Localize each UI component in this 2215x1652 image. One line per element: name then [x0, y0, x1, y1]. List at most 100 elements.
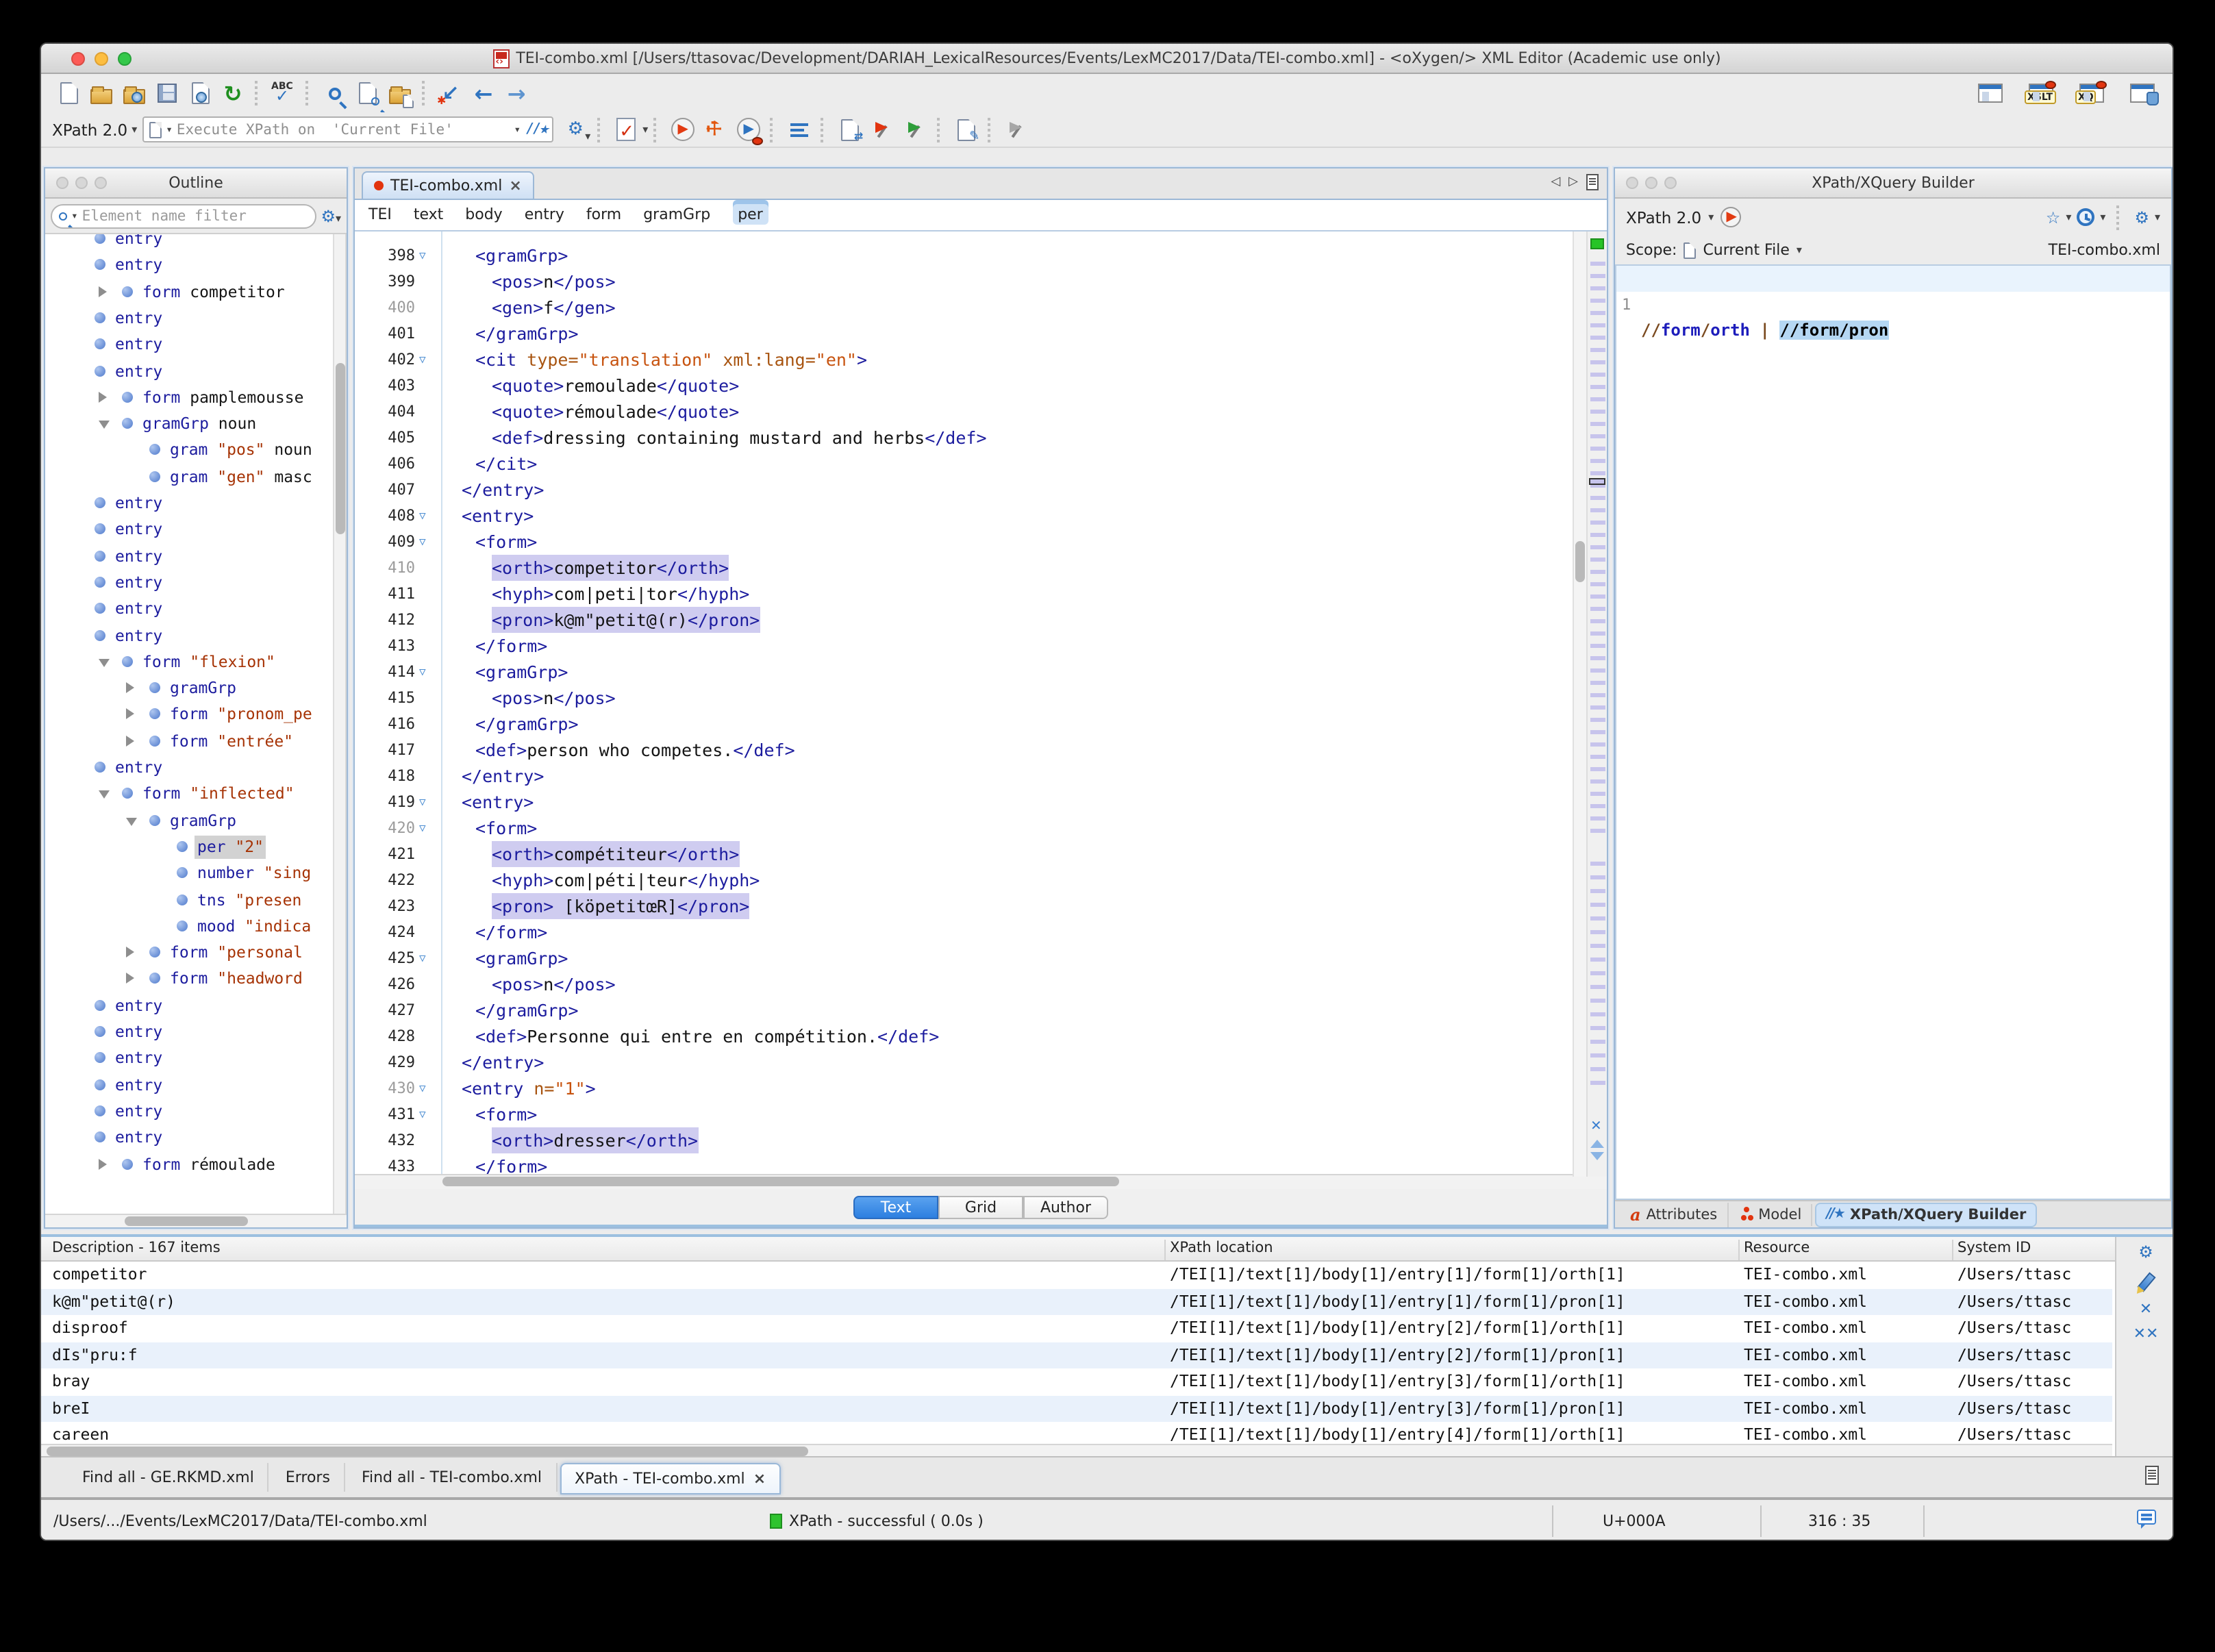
save-icon[interactable]	[152, 78, 182, 108]
table-row[interactable]: dIs"pru:f/TEI[1]/text[1]/body[1]/entry[2…	[41, 1342, 2112, 1368]
close-tab-icon[interactable]	[509, 177, 521, 195]
fold-marker-icon[interactable]	[419, 945, 426, 971]
panel-tab-xpath-xquery-builder[interactable]: //★ XPath/XQuery Builder	[1815, 1202, 2038, 1227]
xpath-settings-gear-icon[interactable]: ▾	[560, 114, 590, 145]
expand-arrow-icon[interactable]	[99, 286, 107, 297]
breadcrumb-item-TEI[interactable]: TEI	[368, 206, 392, 224]
outline-item[interactable]: form "headword	[45, 966, 333, 992]
validate-dropdown-caret[interactable]: ▾	[642, 123, 648, 136]
favorites-caret[interactable]: ▾	[2066, 211, 2071, 223]
table-row[interactable]: k@m"petit@(r) /TEI[1]/text[1]/body[1]/ent…	[41, 1288, 2112, 1315]
outline-item[interactable]: entry	[45, 331, 333, 358]
reload-icon[interactable]: ↻	[218, 78, 248, 108]
next-mark-icon[interactable]	[1590, 1152, 1604, 1160]
previous-mark-icon[interactable]	[1590, 1140, 1604, 1148]
fold-marker-icon[interactable]	[419, 529, 426, 555]
outline-item[interactable]: entry	[45, 623, 333, 649]
breadcrumb-item-form[interactable]: form	[586, 206, 621, 224]
editor-vertical-scrollbar[interactable]	[1573, 231, 1586, 1177]
expand-arrow-icon[interactable]	[126, 735, 134, 747]
fold-marker-icon[interactable]	[419, 815, 426, 841]
scope-caret[interactable]: ▾	[1797, 244, 1802, 256]
spell-check-icon[interactable]	[268, 78, 299, 108]
outline-item[interactable]: form "inflected"	[45, 781, 333, 808]
expand-arrow-icon[interactable]	[99, 391, 107, 403]
outline-item[interactable]: number "sing	[45, 860, 333, 886]
green-pin-icon[interactable]	[900, 114, 930, 145]
gray-pin-icon[interactable]	[1001, 114, 1031, 145]
debug-icon[interactable]: ▶	[733, 114, 764, 145]
minimize-window-button[interactable]	[95, 52, 108, 66]
fold-marker-icon[interactable]	[419, 659, 426, 685]
annotation-stripe[interactable]: ✕	[1586, 231, 1607, 1177]
table-row[interactable]: bray/TEI[1]/text[1]/body[1]/entry[3]/for…	[41, 1368, 2112, 1395]
column-description[interactable]: Description - 167 items	[52, 1240, 221, 1256]
fold-marker-icon[interactable]	[419, 242, 426, 268]
zoom-window-button[interactable]	[118, 52, 132, 66]
element-name-filter-input[interactable]: ▾ Element name filter	[51, 203, 317, 228]
outline-item[interactable]: gramGrp	[45, 808, 333, 834]
outline-item[interactable]: gramGrp	[45, 675, 333, 701]
outline-item[interactable]: entry	[45, 358, 333, 384]
clear-highlights-icon[interactable]: ✕	[1590, 1119, 1602, 1134]
view-mode-author-button[interactable]: Author	[1023, 1195, 1108, 1219]
xpath-version-dropdown[interactable]: XPath 2.0 ▾	[52, 120, 137, 139]
outline-panel-header[interactable]: Outline	[45, 168, 347, 199]
outline-horizontal-scrollbar[interactable]	[45, 1214, 347, 1227]
breadcrumb-item-text[interactable]: text	[414, 206, 443, 224]
xpath-version-caret[interactable]: ▾	[1708, 211, 1714, 223]
next-editor-icon[interactable]: ▷	[1568, 175, 1578, 189]
panel-tab-attributes[interactable]: a Attributes	[1620, 1202, 1729, 1227]
xpath-panel-gear-icon[interactable]	[2134, 208, 2149, 227]
collapse-arrow-icon[interactable]	[126, 817, 137, 826]
collapse-arrow-icon[interactable]	[99, 658, 110, 667]
breadcrumb-item-entry[interactable]: entry	[525, 206, 564, 224]
breadcrumb-item-body[interactable]: body	[465, 206, 502, 224]
table-row[interactable]: competitor/TEI[1]/text[1]/body[1]/entry[…	[41, 1262, 2112, 1288]
outline-item[interactable]: entry	[45, 253, 333, 279]
outline-item[interactable]: gram "gen" masc	[45, 464, 333, 490]
xpath-version-label[interactable]: XPath 2.0	[1626, 208, 1701, 227]
outline-item[interactable]: entry	[45, 596, 333, 622]
outline-item[interactable]: per "2"	[45, 834, 333, 860]
save-remote-icon[interactable]	[185, 78, 215, 108]
outline-item[interactable]: entry	[45, 1019, 333, 1045]
find-in-files-icon[interactable]	[385, 78, 415, 108]
bottom-tab-xpath-tei-combo-xml[interactable]: XPath - TEI-combo.xml	[560, 1463, 781, 1494]
outline-item[interactable]: entry	[45, 305, 333, 331]
search-icon[interactable]	[319, 78, 349, 108]
open-url-icon[interactable]	[119, 78, 149, 108]
xslt-debugger-icon[interactable]: XSLT	[2025, 78, 2056, 108]
find-replace-icon[interactable]	[352, 78, 382, 108]
bottom-tab-find-all-tei-combo-xml[interactable]: Find all - TEI-combo.xml	[348, 1463, 557, 1492]
red-pin-icon[interactable]	[867, 114, 897, 145]
highlight-results-icon[interactable]	[2136, 1272, 2155, 1292]
view-mode-grid-button[interactable]: Grid	[938, 1195, 1023, 1219]
expand-arrow-icon[interactable]	[126, 708, 134, 720]
back-to-modification-icon[interactable]: ↙ ✱	[436, 78, 466, 108]
expand-arrow-icon[interactable]	[126, 682, 134, 694]
outline-item[interactable]: entry	[45, 234, 333, 252]
outline-item[interactable]: tns "presen	[45, 887, 333, 913]
scroll-list-icon[interactable]	[2145, 1466, 2159, 1485]
table-row[interactable]: disproof/TEI[1]/text[1]/body[1]/entry[2]…	[41, 1315, 2112, 1342]
collapse-arrow-icon[interactable]	[99, 421, 110, 429]
outline-item[interactable]: form "personal	[45, 940, 333, 966]
xpath-panel-header[interactable]: XPath/XQuery Builder	[1615, 168, 2171, 199]
collapse-arrow-icon[interactable]	[99, 790, 110, 799]
breadcrumb-item-gramGrp[interactable]: gramGrp	[643, 206, 710, 224]
outline-item[interactable]: entry	[45, 1125, 333, 1151]
close-window-button[interactable]	[71, 52, 85, 66]
outline-item[interactable]: entry	[45, 1099, 333, 1125]
outline-item[interactable]: form "pronom_pe	[45, 702, 333, 728]
outline-item[interactable]: entry	[45, 1046, 333, 1072]
apply-transformation-icon[interactable]: ▶	[667, 114, 697, 145]
outline-item[interactable]: entry	[45, 517, 333, 543]
gear-caret[interactable]: ▾	[2155, 211, 2160, 223]
bottom-tab-find-all-ge-rkmd-xml[interactable]: Find all - GE.RKMD.xml	[68, 1463, 269, 1492]
database-explorer-icon[interactable]	[2127, 78, 2159, 108]
fold-marker-icon[interactable]	[419, 503, 426, 529]
results-horizontal-scrollbar[interactable]	[41, 1444, 2112, 1456]
remove-result-icon[interactable]: ✕	[2140, 1301, 2152, 1316]
bottom-tab-errors[interactable]: Errors	[272, 1463, 345, 1492]
